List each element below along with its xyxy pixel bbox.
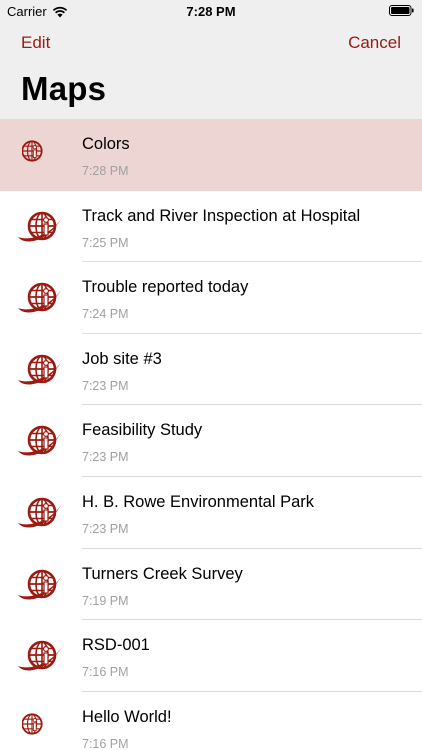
list-item-track-and-river-inspection[interactable]: Track and River Inspection at Hospital 7… (0, 190, 422, 263)
list-item-time: 7:23 PM (82, 521, 129, 536)
list-item-colors[interactable]: Colors 7:28 PM (0, 119, 422, 191)
globe-orbit-info-icon (15, 563, 67, 607)
globe-orbit-info-icon (15, 276, 67, 320)
list-item-trouble-reported-today[interactable]: Trouble reported today 7:24 PM (0, 262, 422, 334)
status-bar: Carrier 7:28 PM (0, 0, 422, 22)
list-item-title: Feasibility Study (82, 421, 203, 440)
globe-info-icon (22, 137, 58, 173)
battery-icon (389, 5, 414, 16)
list-item-time: 7:28 PM (82, 164, 129, 178)
globe-orbit-info-icon (15, 634, 67, 678)
list-item-turners-creek-survey[interactable]: Turners Creek Survey 7:19 PM (0, 548, 422, 621)
globe-info-icon (22, 710, 58, 746)
list-item-feasibility-study[interactable]: Feasibility Study 7:23 PM (0, 405, 422, 477)
list-item-title: RSD-001 (82, 636, 150, 655)
navigation-bar: Edit Cancel Maps (0, 22, 422, 120)
maps-list: Colors 7:28 PM Track and River Inspectio… (0, 119, 422, 750)
list-item-time: 7:19 PM (82, 593, 129, 608)
edit-button[interactable]: Edit (21, 33, 50, 53)
page-title: Maps (21, 70, 107, 107)
globe-orbit-info-icon (15, 205, 67, 249)
list-item-title: Turners Creek Survey (82, 564, 243, 583)
status-time: 7:28 PM (186, 4, 236, 19)
list-item-hb-rowe-environmental-park[interactable]: H. B. Rowe Environmental Park 7:23 PM (0, 476, 422, 549)
list-item-title: Colors (82, 135, 130, 153)
list-item-rsd-001[interactable]: RSD-001 7:16 PM (0, 620, 422, 692)
list-item-time: 7:24 PM (82, 307, 129, 322)
list-item-title: Trouble reported today (82, 278, 249, 297)
list-item-title: Hello World! (82, 707, 172, 726)
list-item-title: H. B. Rowe Environmental Park (82, 492, 315, 511)
globe-orbit-info-icon (15, 348, 67, 392)
maps-screen: Carrier 7:28 PM Edit Cancel Maps Colors … (0, 0, 422, 750)
globe-orbit-info-icon (15, 491, 67, 535)
list-item-hello-world[interactable]: Hello World! 7:16 PM (0, 691, 422, 750)
globe-orbit-info-icon (15, 419, 67, 463)
list-item-time: 7:23 PM (82, 450, 129, 465)
list-item-time: 7:16 PM (82, 665, 129, 680)
list-item-time: 7:25 PM (82, 235, 129, 250)
cancel-button[interactable]: Cancel (348, 33, 401, 53)
list-item-job-site-3[interactable]: Job site #3 7:23 PM (0, 333, 422, 406)
list-item-time: 7:23 PM (82, 378, 129, 393)
list-item-title: Track and River Inspection at Hospital (82, 206, 361, 225)
list-item-time: 7:16 PM (82, 736, 129, 750)
list-item-title: Job site #3 (82, 349, 162, 368)
